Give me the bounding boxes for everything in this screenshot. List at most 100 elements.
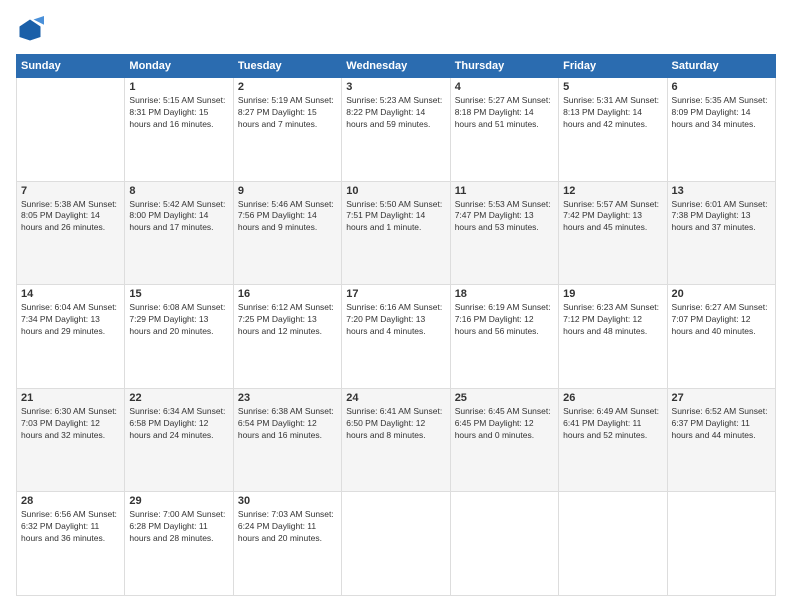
calendar-cell: 10 Sunrise: 5:50 AM Sunset: 7:51 PM Dayli… xyxy=(342,181,450,285)
calendar-cell: 19Sunrise: 6:23 AM Sunset: 7:12 PM Dayli… xyxy=(559,285,667,389)
calendar-cell: 17 Sunrise: 6:16 AM Sunset: 7:20 PM Dayli… xyxy=(342,285,450,389)
day-info: Sunrise: 6:08 AM Sunset: 7:29 PM Dayligh… xyxy=(129,302,228,338)
day-info: Sunrise: 6:27 AM Sunset: 7:07 PM Dayligh… xyxy=(672,302,771,338)
header xyxy=(16,16,776,44)
calendar-cell: 21 Sunrise: 6:30 AM Sunset: 7:03 PM Dayli… xyxy=(17,388,125,492)
day-number: 30 xyxy=(238,495,337,507)
day-info: Sunrise: 6:16 AM Sunset: 7:20 PM Dayligh… xyxy=(346,302,445,338)
day-number: 20 xyxy=(672,288,771,300)
weekday-header-wednesday: Wednesday xyxy=(342,55,450,78)
calendar-cell: 4 Sunrise: 5:27 AM Sunset: 8:18 PM Daylig… xyxy=(450,78,558,182)
day-info: Sunrise: 5:35 AM Sunset: 8:09 PM Dayligh… xyxy=(672,95,771,131)
day-info: Sunrise: 5:38 AM Sunset: 8:05 PM Dayligh… xyxy=(21,199,120,235)
day-info: Sunrise: 6:30 AM Sunset: 7:03 PM Dayligh… xyxy=(21,406,120,442)
weekday-header-friday: Friday xyxy=(559,55,667,78)
day-info: Sunrise: 5:15 AM Sunset: 8:31 PM Dayligh… xyxy=(129,95,228,131)
weekday-header-monday: Monday xyxy=(125,55,233,78)
calendar-cell: 9 Sunrise: 5:46 AM Sunset: 7:56 PM Daylig… xyxy=(233,181,341,285)
day-info: Sunrise: 6:23 AM Sunset: 7:12 PM Dayligh… xyxy=(563,302,662,338)
day-info: Sunrise: 6:04 AM Sunset: 7:34 PM Dayligh… xyxy=(21,302,120,338)
calendar-cell: 7 Sunrise: 5:38 AM Sunset: 8:05 PM Daylig… xyxy=(17,181,125,285)
calendar-cell xyxy=(559,492,667,596)
calendar-cell: 12 Sunrise: 5:57 AM Sunset: 7:42 PM Dayli… xyxy=(559,181,667,285)
weekday-header-sunday: Sunday xyxy=(17,55,125,78)
day-info: Sunrise: 6:56 AM Sunset: 6:32 PM Dayligh… xyxy=(21,509,120,545)
day-number: 9 xyxy=(238,185,337,197)
day-number: 18 xyxy=(455,288,554,300)
calendar-row-4: 28 Sunrise: 6:56 AM Sunset: 6:32 PM Dayli… xyxy=(17,492,776,596)
calendar-cell xyxy=(450,492,558,596)
day-number: 3 xyxy=(346,81,445,93)
day-number: 2 xyxy=(238,81,337,93)
calendar-row-0: 1 Sunrise: 5:15 AM Sunset: 8:31 PM Daylig… xyxy=(17,78,776,182)
calendar-cell: 15Sunrise: 6:08 AM Sunset: 7:29 PM Dayli… xyxy=(125,285,233,389)
day-info: Sunrise: 5:46 AM Sunset: 7:56 PM Dayligh… xyxy=(238,199,337,235)
calendar-cell: 1 Sunrise: 5:15 AM Sunset: 8:31 PM Daylig… xyxy=(125,78,233,182)
day-number: 1 xyxy=(129,81,228,93)
day-number: 28 xyxy=(21,495,120,507)
calendar-cell: 13Sunrise: 6:01 AM Sunset: 7:38 PM Dayli… xyxy=(667,181,775,285)
page: SundayMondayTuesdayWednesdayThursdayFrid… xyxy=(0,0,792,612)
calendar-cell: 5 Sunrise: 5:31 AM Sunset: 8:13 PM Daylig… xyxy=(559,78,667,182)
day-info: Sunrise: 5:23 AM Sunset: 8:22 PM Dayligh… xyxy=(346,95,445,131)
calendar-cell xyxy=(342,492,450,596)
day-info: Sunrise: 7:03 AM Sunset: 6:24 PM Dayligh… xyxy=(238,509,337,545)
day-number: 17 xyxy=(346,288,445,300)
day-number: 7 xyxy=(21,185,120,197)
logo-icon xyxy=(16,16,44,44)
day-number: 6 xyxy=(672,81,771,93)
calendar-header-row: SundayMondayTuesdayWednesdayThursdayFrid… xyxy=(17,55,776,78)
day-number: 14 xyxy=(21,288,120,300)
calendar-cell: 24Sunrise: 6:41 AM Sunset: 6:50 PM Dayli… xyxy=(342,388,450,492)
day-number: 27 xyxy=(672,392,771,404)
day-number: 25 xyxy=(455,392,554,404)
calendar-cell: 30 Sunrise: 7:03 AM Sunset: 6:24 PM Dayli… xyxy=(233,492,341,596)
day-number: 22 xyxy=(129,392,228,404)
calendar-cell: 28 Sunrise: 6:56 AM Sunset: 6:32 PM Dayli… xyxy=(17,492,125,596)
weekday-header-tuesday: Tuesday xyxy=(233,55,341,78)
day-info: Sunrise: 5:31 AM Sunset: 8:13 PM Dayligh… xyxy=(563,95,662,131)
day-number: 21 xyxy=(21,392,120,404)
calendar-cell: 2 Sunrise: 5:19 AM Sunset: 8:27 PM Daylig… xyxy=(233,78,341,182)
day-number: 4 xyxy=(455,81,554,93)
calendar-table: SundayMondayTuesdayWednesdayThursdayFrid… xyxy=(16,54,776,596)
day-number: 13 xyxy=(672,185,771,197)
calendar-cell: 22 Sunrise: 6:34 AM Sunset: 6:58 PM Dayli… xyxy=(125,388,233,492)
day-info: Sunrise: 5:19 AM Sunset: 8:27 PM Dayligh… xyxy=(238,95,337,131)
calendar-row-3: 21 Sunrise: 6:30 AM Sunset: 7:03 PM Dayli… xyxy=(17,388,776,492)
calendar-cell xyxy=(17,78,125,182)
weekday-header-thursday: Thursday xyxy=(450,55,558,78)
day-number: 5 xyxy=(563,81,662,93)
calendar-cell xyxy=(667,492,775,596)
day-info: Sunrise: 5:57 AM Sunset: 7:42 PM Dayligh… xyxy=(563,199,662,235)
day-info: Sunrise: 6:52 AM Sunset: 6:37 PM Dayligh… xyxy=(672,406,771,442)
day-info: Sunrise: 5:53 AM Sunset: 7:47 PM Dayligh… xyxy=(455,199,554,235)
calendar-cell: 14 Sunrise: 6:04 AM Sunset: 7:34 PM Dayli… xyxy=(17,285,125,389)
day-number: 12 xyxy=(563,185,662,197)
logo xyxy=(16,16,48,44)
day-number: 8 xyxy=(129,185,228,197)
day-number: 23 xyxy=(238,392,337,404)
day-number: 26 xyxy=(563,392,662,404)
day-number: 11 xyxy=(455,185,554,197)
day-number: 10 xyxy=(346,185,445,197)
calendar-cell: 3 Sunrise: 5:23 AM Sunset: 8:22 PM Daylig… xyxy=(342,78,450,182)
calendar-row-1: 7 Sunrise: 5:38 AM Sunset: 8:05 PM Daylig… xyxy=(17,181,776,285)
day-info: Sunrise: 6:38 AM Sunset: 6:54 PM Dayligh… xyxy=(238,406,337,442)
day-info: Sunrise: 5:50 AM Sunset: 7:51 PM Dayligh… xyxy=(346,199,445,235)
day-info: Sunrise: 5:27 AM Sunset: 8:18 PM Dayligh… xyxy=(455,95,554,131)
calendar-cell: 11 Sunrise: 5:53 AM Sunset: 7:47 PM Dayli… xyxy=(450,181,558,285)
day-info: Sunrise: 6:41 AM Sunset: 6:50 PM Dayligh… xyxy=(346,406,445,442)
weekday-header-saturday: Saturday xyxy=(667,55,775,78)
day-info: Sunrise: 6:12 AM Sunset: 7:25 PM Dayligh… xyxy=(238,302,337,338)
day-info: Sunrise: 6:45 AM Sunset: 6:45 PM Dayligh… xyxy=(455,406,554,442)
day-info: Sunrise: 6:49 AM Sunset: 6:41 PM Dayligh… xyxy=(563,406,662,442)
calendar-cell: 6 Sunrise: 5:35 AM Sunset: 8:09 PM Daylig… xyxy=(667,78,775,182)
day-info: Sunrise: 5:42 AM Sunset: 8:00 PM Dayligh… xyxy=(129,199,228,235)
calendar-cell: 29Sunrise: 7:00 AM Sunset: 6:28 PM Dayli… xyxy=(125,492,233,596)
calendar-cell: 27 Sunrise: 6:52 AM Sunset: 6:37 PM Dayli… xyxy=(667,388,775,492)
calendar-cell: 25 Sunrise: 6:45 AM Sunset: 6:45 PM Dayli… xyxy=(450,388,558,492)
day-number: 16 xyxy=(238,288,337,300)
calendar-cell: 26 Sunrise: 6:49 AM Sunset: 6:41 PM Dayli… xyxy=(559,388,667,492)
day-info: Sunrise: 6:34 AM Sunset: 6:58 PM Dayligh… xyxy=(129,406,228,442)
